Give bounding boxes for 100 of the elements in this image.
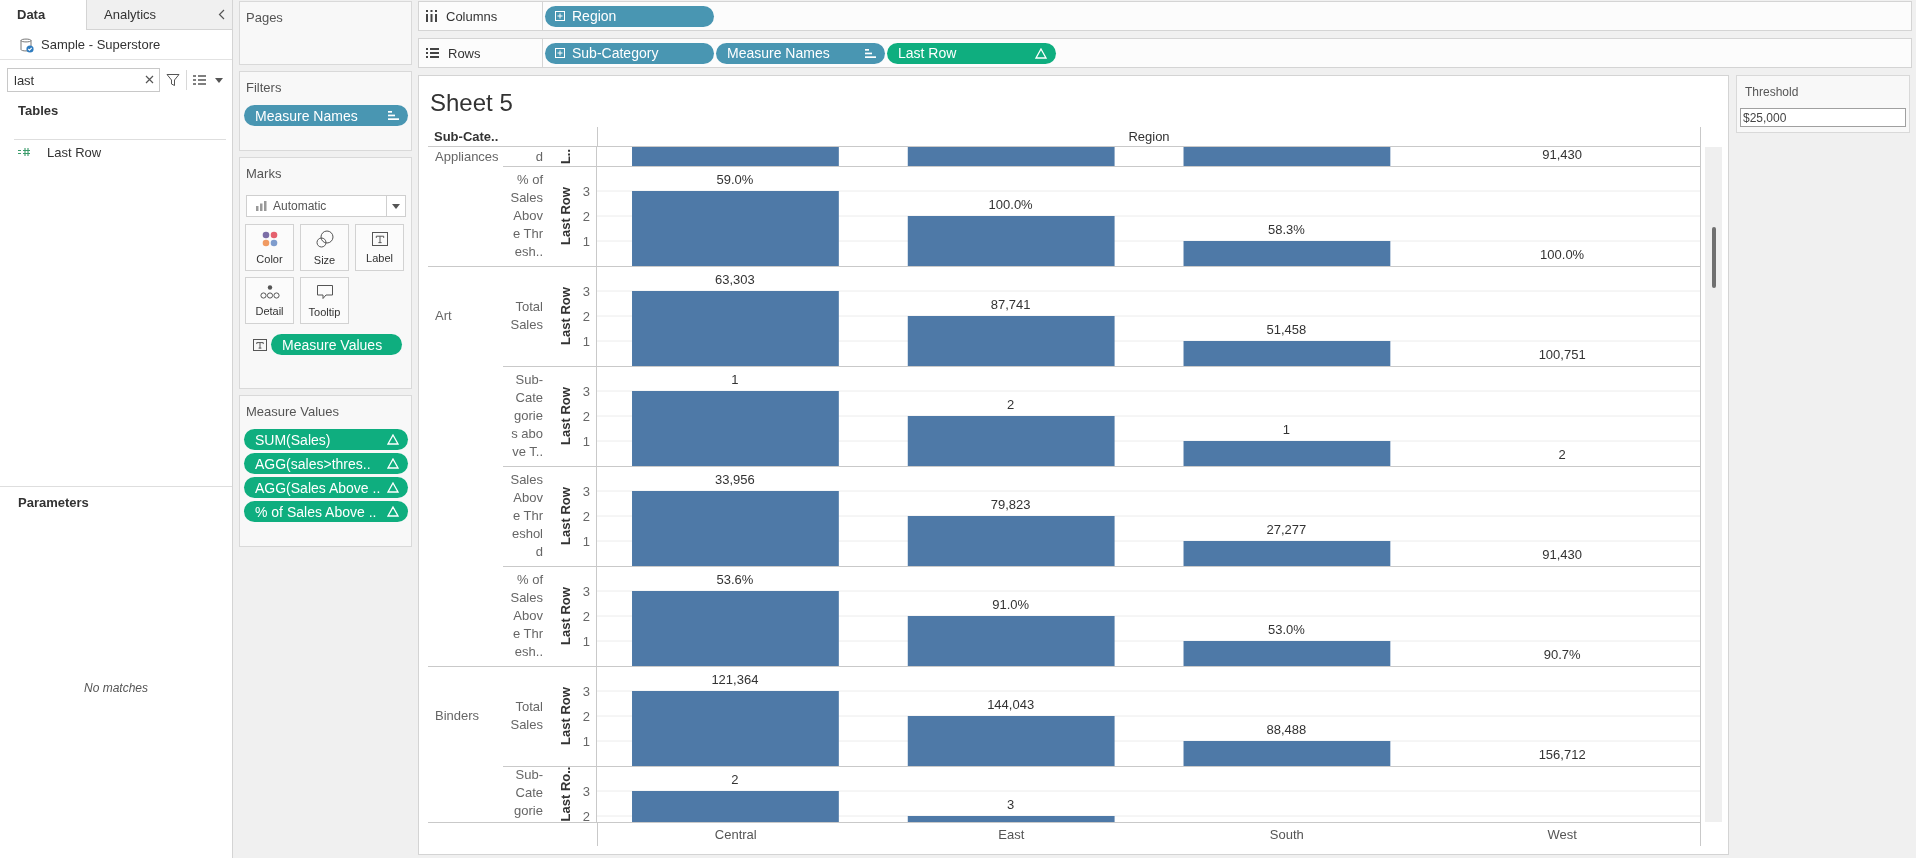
list-icon	[193, 75, 206, 85]
axis-label: Central	[713, 827, 758, 842]
measure-label: Total Sales	[509, 298, 543, 334]
measure-label: d	[534, 148, 543, 166]
category-label: Appliances	[435, 148, 499, 165]
value-label: 156,712	[1538, 746, 1586, 762]
plus-box-icon	[555, 11, 565, 21]
tooltip-button[interactable]: Tooltip	[300, 277, 349, 324]
text-icon	[371, 231, 388, 246]
filter-icon[interactable]	[166, 73, 180, 87]
value-label: 91,430	[1542, 546, 1582, 562]
value-label: 79,823	[990, 496, 1031, 512]
sort-icon	[865, 48, 876, 58]
parameter-field[interactable]: $25,000	[1740, 108, 1906, 127]
hash-icon	[18, 147, 30, 157]
parameter-title: Threshold	[1744, 84, 1799, 100]
detail-button[interactable]: Detail	[245, 277, 294, 324]
delta-icon	[387, 458, 399, 469]
field-name[interactable]: Last Row	[47, 144, 102, 160]
measure-label: Sales Above Threshold	[509, 471, 543, 561]
chevron-left-icon[interactable]	[218, 9, 225, 20]
empty-message: No matches	[84, 680, 148, 695]
value-label: 53.6%	[716, 571, 754, 587]
measure-label: % of Sales Above Thresh..	[509, 571, 543, 661]
category-label: Binders	[435, 708, 480, 724]
value-label: 59.0%	[716, 171, 754, 187]
value-label: 58.3%	[1267, 221, 1305, 237]
measure-label: Sub-Categories above T..	[510, 371, 543, 461]
bar-chart-icon	[256, 201, 267, 211]
axis-tick-label: 3	[582, 383, 590, 399]
axis-title: L..	[557, 148, 573, 165]
axis-tick-label: 1	[582, 433, 590, 449]
axis-label: East	[997, 827, 1026, 842]
value-label: 2	[1558, 446, 1566, 462]
axis-tick-label: 2	[582, 508, 590, 524]
card-title: Measure Values	[245, 404, 340, 420]
sheet-title: Sheet 5	[429, 88, 513, 118]
database-icon	[20, 36, 34, 53]
axis-tick-label: 2	[582, 808, 590, 822]
section-title: Parameters	[17, 495, 90, 511]
card-title: Pages	[245, 10, 284, 26]
axis-tick-label: 3	[582, 683, 590, 699]
delta-icon	[387, 434, 399, 445]
card-title: Marks	[245, 166, 283, 182]
axis-title: Last Row	[557, 487, 573, 545]
value-label: 63,303	[715, 271, 755, 287]
value-label: 87,741	[990, 296, 1031, 312]
rows-icon	[426, 48, 439, 58]
value-label: 2	[1007, 396, 1015, 412]
columns-icon	[426, 10, 437, 22]
caret-icon	[215, 77, 223, 83]
measure-label: Sub-Categorie	[513, 766, 543, 820]
measure-label: Total Sales	[509, 698, 543, 734]
sort-icon	[388, 111, 399, 120]
value-label: 100.0%	[988, 196, 1033, 212]
value-label: 3	[1007, 796, 1015, 812]
category-label: Art	[435, 308, 452, 324]
axis-tick-label: 1	[582, 533, 590, 549]
value-label: 1	[1282, 421, 1290, 437]
tab[interactable]: Analytics	[86, 0, 174, 30]
section-title: Tables	[17, 103, 60, 119]
axis-tick-label: 3	[582, 283, 590, 299]
axis-title: Last Row	[557, 287, 573, 345]
value-label: 51,458	[1266, 321, 1307, 337]
value-label: 1	[731, 371, 739, 387]
plus-box-icon	[555, 48, 565, 58]
value-label: 27,277	[1266, 521, 1307, 537]
axis-title: Last Row	[557, 387, 573, 445]
value-label: 33,956	[715, 471, 755, 487]
color-dots-icon	[261, 230, 278, 247]
axis-tick-label: 1	[582, 233, 590, 249]
axis-tick-label: 2	[582, 708, 590, 724]
measure-label: % of Sales Above Thresh..	[509, 171, 543, 261]
color-button[interactable]: Color	[245, 224, 294, 271]
close-icon[interactable]	[145, 75, 154, 84]
data-source-name[interactable]: Sample - Superstore	[41, 37, 161, 52]
delta-icon	[387, 482, 400, 493]
axis-tick-label: 2	[582, 308, 590, 324]
size-button[interactable]: Size	[300, 224, 349, 271]
text-icon[interactable]	[253, 338, 267, 351]
axis-label: South	[1268, 827, 1305, 842]
view-options-button[interactable]	[193, 75, 223, 85]
axis-title: Last Ro..	[557, 766, 573, 822]
shelf-label: Columns	[446, 8, 498, 24]
axis-title: Last Row	[557, 687, 573, 745]
shelf-label: Rows	[448, 45, 481, 61]
value-label: 144,043	[987, 696, 1035, 712]
search-field[interactable]: last	[7, 68, 160, 92]
mark-type-dropdown[interactable]: Automatic	[246, 195, 406, 217]
label-button[interactable]: Label	[355, 224, 404, 271]
delta-icon	[387, 506, 399, 517]
dots-icon	[259, 284, 280, 299]
scrollbar-thumb[interactable]	[1711, 227, 1716, 288]
caret-icon	[392, 203, 400, 209]
axis-tick-label: 1	[582, 733, 590, 749]
value-label: 90.7%	[1543, 646, 1581, 662]
column-header: Region	[597, 127, 1701, 146]
value-label: 121,364	[711, 671, 759, 687]
value-label: 91.0%	[992, 596, 1030, 612]
axis-tick-label: 1	[582, 633, 590, 649]
